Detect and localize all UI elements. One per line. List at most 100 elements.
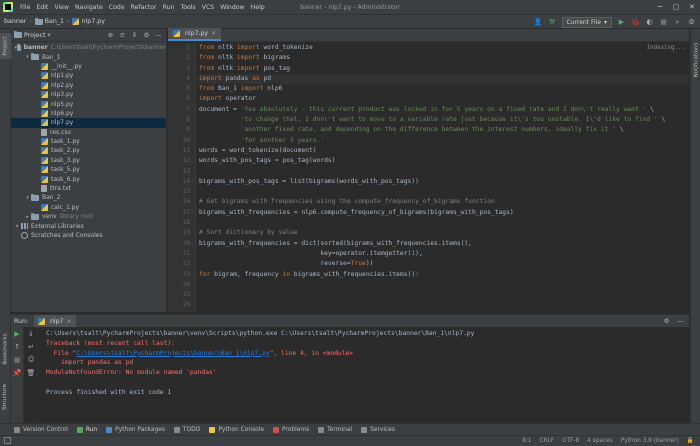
indexing-status: Indexing...	[646, 45, 685, 51]
tree-item[interactable]: ▸ venv library root	[11, 212, 166, 221]
coverage-icon[interactable]: ◐	[645, 18, 654, 27]
tree-item[interactable]: task_2.py	[11, 146, 166, 155]
user-icon[interactable]: 👤	[534, 18, 543, 27]
project-tool-tab[interactable]: Project	[0, 33, 11, 59]
tree-item[interactable]: ttra.txt	[11, 184, 166, 193]
search-icon[interactable]: ⌕	[673, 18, 682, 27]
close-icon[interactable]: ✕	[684, 0, 700, 14]
breadcrumb-file[interactable]: nlp7.py	[72, 18, 105, 25]
tree-item[interactable]: nlp1.py	[11, 71, 166, 80]
editor-tab-nlp7[interactable]: nlp7.py ✕	[168, 28, 222, 41]
collapse-all-icon[interactable]: ≡	[118, 30, 127, 40]
tool-tab-todo[interactable]: TODO	[173, 426, 200, 433]
tree-item[interactable]: __init__.py	[11, 62, 166, 71]
tree-item-label: nlp3.py	[51, 91, 74, 99]
python-file-icon	[41, 100, 48, 108]
tree-item[interactable]: task_5.py	[11, 165, 166, 174]
tree-item[interactable]: nlp6.py	[11, 109, 166, 118]
tree-item[interactable]: calc_1.py	[11, 203, 166, 212]
chevron-down-icon[interactable]: ▾	[24, 54, 31, 60]
chevron-down-icon[interactable]: ▾	[24, 195, 31, 201]
tree-item[interactable]: task_3.py	[11, 156, 166, 165]
scroll-down-icon[interactable]: ↓	[25, 327, 37, 340]
project-pane-title[interactable]: Project	[24, 32, 46, 39]
python-interpreter[interactable]: Python 3.9 (banner)	[621, 438, 679, 444]
tree-item[interactable]: nlp7.py	[11, 118, 166, 128]
structure-tool-tab[interactable]: Structure	[0, 379, 11, 415]
tree-item[interactable]: Scratches and Consoles	[11, 231, 166, 240]
chevron-down-icon[interactable]: ▾	[48, 32, 51, 39]
tool-tab-python-packages[interactable]: Python Packages	[106, 426, 165, 433]
tree-item[interactable]: ▸ External Libraries	[11, 221, 166, 230]
print-icon[interactable]: ⎙	[25, 353, 37, 366]
trash-icon[interactable]: 🗑	[25, 366, 37, 379]
menu-item-window[interactable]: Window	[217, 4, 247, 11]
rerun-icon[interactable]: ▶	[11, 327, 23, 340]
tool-tab-run[interactable]: Run	[76, 426, 97, 433]
settings-icon[interactable]: ⚙	[687, 18, 696, 27]
python-file-icon	[41, 166, 48, 174]
chevron-right-icon[interactable]: ▸	[14, 223, 21, 229]
tree-item[interactable]: nlp3.py	[11, 90, 166, 99]
tool-tab-terminal[interactable]: Terminal	[318, 426, 352, 433]
tree-item[interactable]: task_6.py	[11, 174, 166, 183]
menu-item-vcs[interactable]: VCS	[199, 4, 217, 11]
indent-setting[interactable]: 4 spaces	[587, 438, 613, 444]
scroll-up-icon[interactable]: ↑	[11, 340, 23, 353]
menu-item-file[interactable]: File	[17, 4, 33, 11]
stop-icon[interactable]: ■	[11, 353, 23, 366]
tree-item[interactable]: nlp5.py	[11, 99, 166, 108]
menu-item-code[interactable]: Code	[106, 4, 128, 11]
menu-item-edit[interactable]: Edit	[33, 4, 51, 11]
tree-item[interactable]: ▾ Ban_2	[11, 193, 166, 202]
tree-item[interactable]: res.csv	[11, 128, 166, 137]
maximize-icon[interactable]: ▢	[668, 0, 684, 14]
traceback-file-link[interactable]: C:\Users\tsalt\PycharmProjects\banner\Ba…	[76, 350, 269, 357]
tool-tab-python-console[interactable]: Python Console	[209, 426, 264, 433]
run-console[interactable]: C:\Users\tsalt\PycharmProjects\banner\ve…	[39, 327, 689, 423]
close-tab-icon[interactable]: ✕	[211, 30, 216, 37]
pin-icon[interactable]: 📌	[11, 366, 23, 379]
notifications-tool-tab[interactable]: Notifications	[691, 35, 700, 85]
hide-icon[interactable]: —	[154, 30, 163, 40]
run-icon[interactable]: ▶	[617, 18, 626, 27]
caret-position[interactable]: 8:1	[522, 438, 531, 444]
run-configuration-dropdown[interactable]: Current File ▾	[561, 16, 612, 28]
gear-icon[interactable]: ⚙	[662, 316, 671, 326]
menu-item-navigate[interactable]: Navigate	[72, 4, 106, 11]
lock-icon[interactable]: 🔓	[687, 438, 694, 444]
bookmarks-tool-tab[interactable]: Bookmarks	[0, 329, 11, 369]
tree-item[interactable]: ▾ banner C:\Users\tsalt\PycharmProjects\ba…	[11, 43, 166, 52]
menu-item-view[interactable]: View	[51, 4, 72, 11]
line-separator[interactable]: CRLF	[540, 438, 555, 444]
tree-item[interactable]: task_1.py	[11, 137, 166, 146]
stop-icon[interactable]: ■	[659, 18, 668, 27]
run-tab-nlp7[interactable]: nlp7 ✕	[33, 314, 76, 328]
hammer-icon[interactable]: ⚒	[548, 18, 557, 27]
breadcrumb-project[interactable]: banner	[4, 18, 26, 25]
minimize-icon[interactable]: ─	[652, 0, 668, 14]
add-icon[interactable]: ⊕	[106, 30, 115, 40]
code-line: from nltk import bigrams	[199, 54, 291, 62]
menu-item-refactor[interactable]: Refactor	[128, 4, 160, 11]
code-editor[interactable]: Indexing... from nltk import word_tokeni…	[197, 43, 689, 312]
soft-wrap-icon[interactable]: ↵	[25, 340, 37, 353]
tool-tab-problems[interactable]: Problems	[273, 426, 309, 433]
hide-icon[interactable]: —	[676, 316, 685, 326]
breadcrumb-folder[interactable]: Ban_1	[34, 17, 64, 25]
tool-tab-version-control[interactable]: Version Control	[14, 426, 68, 433]
tool-tab-services[interactable]: Services	[361, 426, 395, 433]
chevron-right-icon[interactable]: ▸	[24, 214, 31, 220]
debug-icon[interactable]: 🐞	[631, 18, 640, 27]
tree-item[interactable]: ▾ Ban_1	[11, 52, 166, 61]
tree-item-label: ttra.txt	[50, 185, 72, 193]
close-tab-icon[interactable]: ✕	[66, 318, 71, 325]
toggle-tool-windows-icon[interactable]	[4, 437, 11, 444]
menu-item-run[interactable]: Run	[160, 4, 178, 11]
gear-icon[interactable]: ⚙	[142, 30, 151, 40]
tree-item[interactable]: nlp2.py	[11, 81, 166, 90]
menu-item-help[interactable]: Help	[248, 4, 268, 11]
expand-all-icon[interactable]: ⇕	[130, 30, 139, 40]
file-encoding[interactable]: UTF-8	[562, 438, 579, 444]
menu-item-tools[interactable]: Tools	[177, 4, 198, 11]
